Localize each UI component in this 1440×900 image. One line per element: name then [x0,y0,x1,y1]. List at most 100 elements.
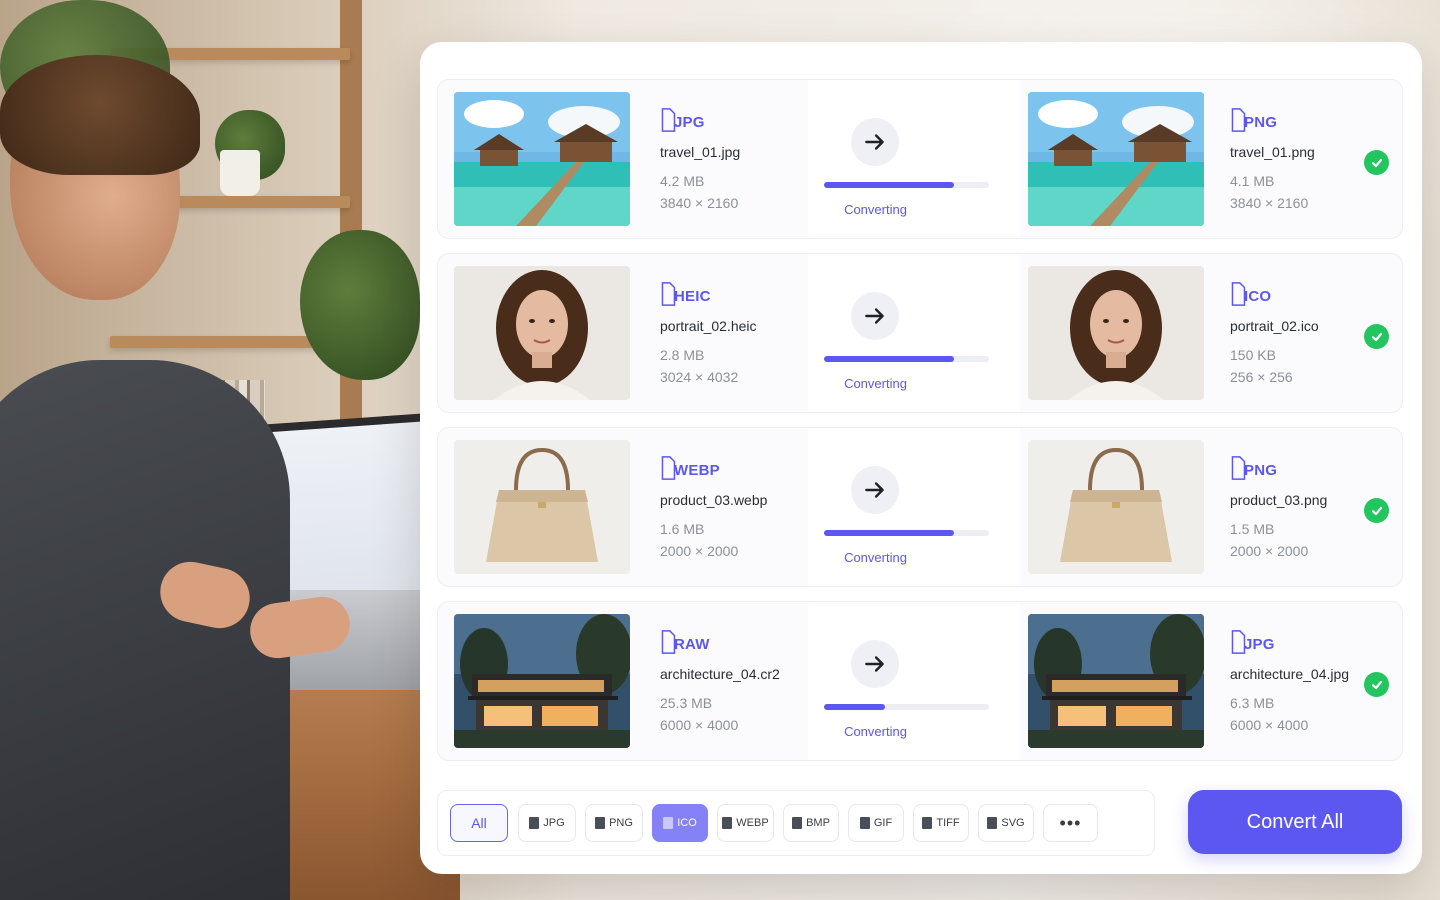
arrow-right-icon [865,656,884,672]
target-filesize: 150 KB [1230,347,1276,363]
check-icon [1364,672,1389,697]
file-icon [661,456,676,480]
file-icon [1231,282,1246,306]
source-format-badge: JPG [660,102,830,132]
convert-arrow-button[interactable] [851,466,899,514]
format-chip-label: WEBP [736,817,769,829]
source-thumbnail[interactable] [454,614,630,748]
file-icon [1231,108,1246,132]
conversion-status: Converting [808,602,1020,760]
source-file-info: HEIC portrait_02.heic 2.8 MB 3024 × 4032 [660,276,830,385]
target-format: PNG [1244,462,1278,479]
conversion-status: Converting [808,254,1020,412]
source-format: RAW [674,636,710,653]
format-chip-label: ICO [677,817,697,829]
format-chip-tiff[interactable]: TIFF [913,804,969,842]
converting-label: Converting [844,376,907,391]
convert-all-button[interactable]: Convert All [1188,790,1402,854]
format-chip-all[interactable]: All [450,804,508,842]
format-chip-label: JPG [543,817,565,829]
target-thumbnail[interactable] [1028,266,1204,400]
convert-arrow-button[interactable] [851,292,899,340]
source-format-badge: RAW [660,624,830,654]
source-filename: product_03.webp [660,492,768,508]
progress-fill [824,182,955,188]
target-filesize: 1.5 MB [1230,521,1275,537]
person-body [0,360,290,900]
convert-arrow-button[interactable] [851,640,899,688]
format-chip-bmp[interactable]: BMP [783,804,839,842]
source-thumbnail[interactable] [454,92,630,226]
source-thumbnail[interactable] [454,266,630,400]
source-format: WEBP [674,462,720,479]
source-filesize: 1.6 MB [660,521,705,537]
progress-fill [824,704,886,710]
more-formats-button[interactable]: ••• [1043,804,1098,842]
arrow-right-icon [865,308,884,324]
file-icon [859,817,870,829]
target-filesize: 4.1 MB [1230,173,1275,189]
source-file-info: WEBP product_03.webp 1.6 MB 2000 × 2000 [660,450,830,559]
file-icon [722,817,733,829]
source-filesize: 25.3 MB [660,695,713,711]
conversion-row: RAW architecture_04.cr2 25.3 MB 6000 × 4… [437,601,1403,761]
arrow-right-icon [865,482,884,498]
format-chip-label: BMP [806,817,830,829]
convert-arrow-button[interactable] [851,118,899,166]
plant-pot [220,150,260,196]
conversion-row: WEBP product_03.webp 1.6 MB 2000 × 2000 … [437,427,1403,587]
file-icon [1231,630,1246,654]
source-filename: architecture_04.cr2 [660,666,780,682]
format-chip-label: All [471,815,487,831]
file-icon [1231,456,1246,480]
check-icon [1364,498,1389,523]
source-format: JPG [674,114,705,131]
file-icon [661,282,676,306]
format-chip-webp[interactable]: WEBP [717,804,774,842]
target-thumbnail[interactable] [1028,440,1204,574]
target-thumbnail[interactable] [1028,614,1204,748]
source-filename: travel_01.jpg [660,144,741,160]
source-filesize: 4.2 MB [660,173,705,189]
format-chip-ico[interactable]: ICO [652,804,708,842]
source-dimensions: 6000 × 4000 [660,717,739,733]
format-chip-label: SVG [1001,817,1025,829]
target-dimensions: 256 × 256 [1230,369,1293,385]
target-format: PNG [1244,114,1278,131]
conversion-row: JPG travel_01.jpg 4.2 MB 3840 × 2160 Con… [437,79,1403,239]
file-icon [661,630,676,654]
source-file-info: JPG travel_01.jpg 4.2 MB 3840 × 2160 [660,102,830,211]
format-chip-jpg[interactable]: JPG [518,804,576,842]
format-chip-svg[interactable]: SVG [978,804,1034,842]
progress-bar [824,530,989,536]
plant [300,230,420,380]
source-dimensions: 2000 × 2000 [660,543,739,559]
format-chip-gif[interactable]: GIF [848,804,904,842]
check-icon [1364,150,1389,175]
source-filesize: 2.8 MB [660,347,705,363]
converting-label: Converting [844,202,907,217]
target-format-badge: ICO [1230,276,1400,306]
format-chip-label: TIFF [936,817,960,829]
file-icon [922,817,933,829]
file-icon [792,817,803,829]
target-format-badge: PNG [1230,450,1400,480]
format-filter-bar: All JPG PNG ICO WEBP BMP GIF TIFF SVG ••… [437,790,1155,856]
file-icon [529,817,540,829]
target-format-badge: PNG [1230,102,1400,132]
file-icon [595,817,606,829]
target-filesize: 6.3 MB [1230,695,1275,711]
more-icon: ••• [1059,812,1082,833]
format-chip-png[interactable]: PNG [585,804,643,842]
target-thumbnail[interactable] [1028,92,1204,226]
check-icon [1364,324,1389,349]
file-icon [661,108,676,132]
person-hair [0,55,200,175]
conversion-status: Converting [808,80,1020,238]
source-filename: portrait_02.heic [660,318,757,334]
progress-bar [824,356,989,362]
source-thumbnail[interactable] [454,440,630,574]
conversion-status: Converting [808,428,1020,586]
progress-bar [824,704,989,710]
progress-fill [824,530,955,536]
